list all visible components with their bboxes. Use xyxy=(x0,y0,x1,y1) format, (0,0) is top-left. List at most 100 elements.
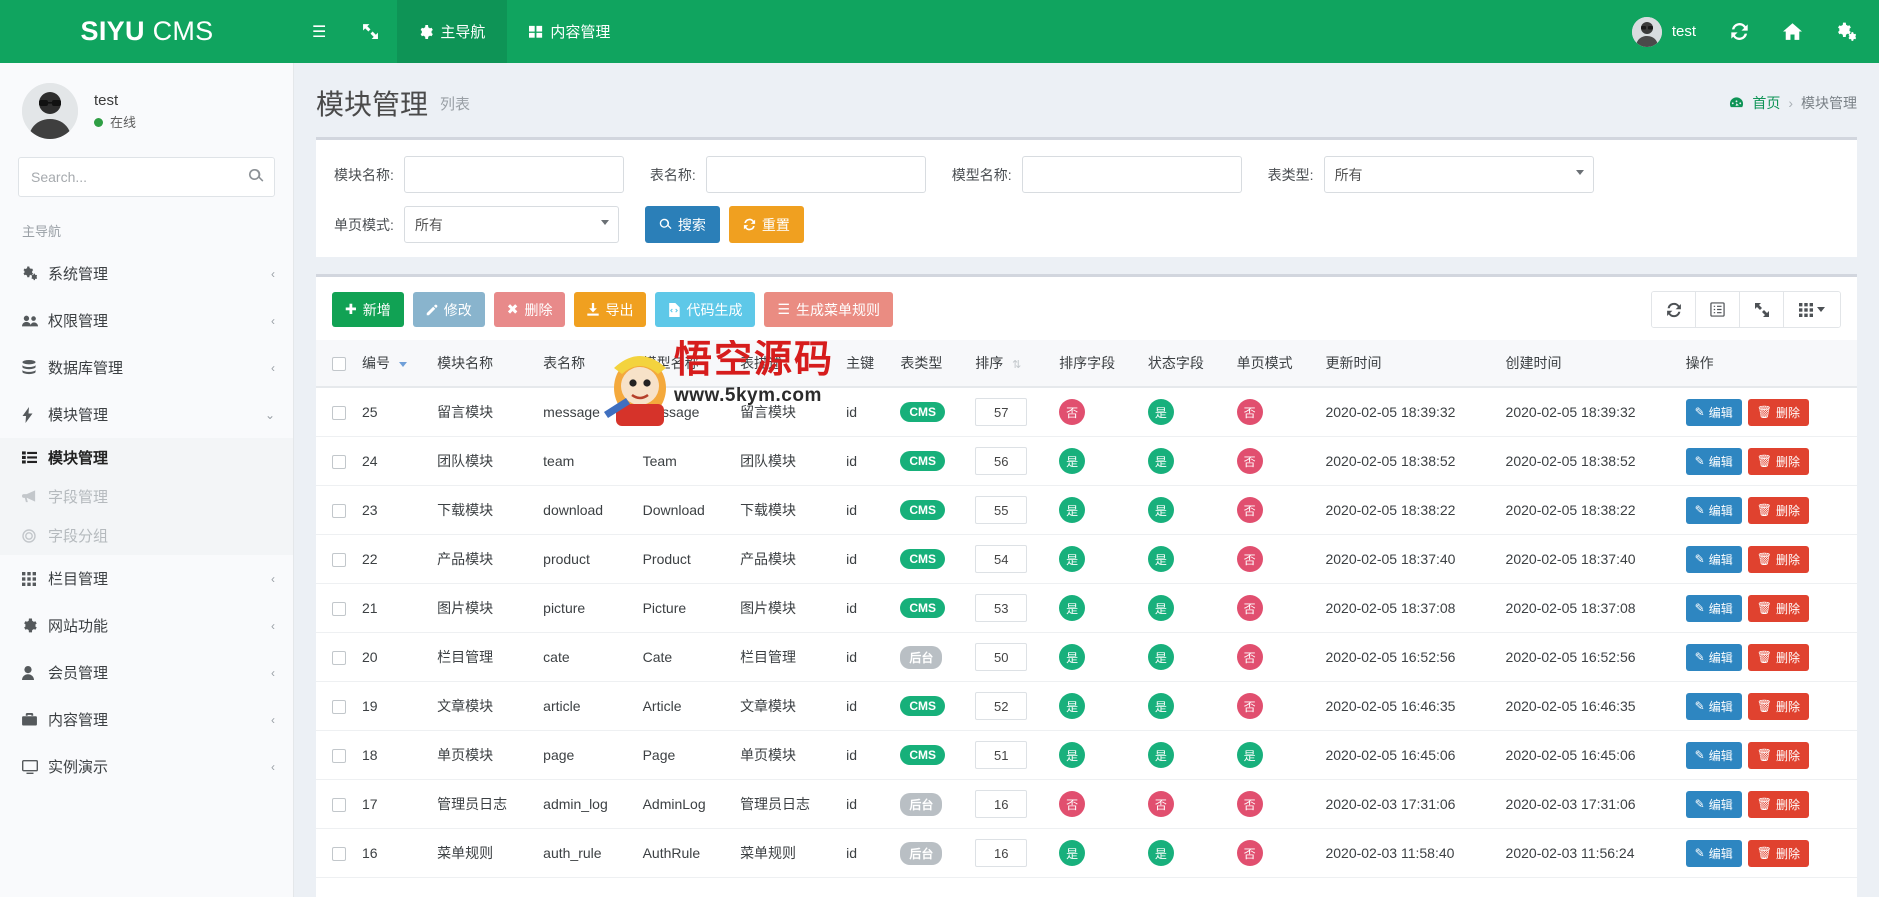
row-checkbox[interactable] xyxy=(332,406,346,421)
sort-input[interactable] xyxy=(975,545,1028,573)
table-type-select[interactable]: 所有 xyxy=(1323,156,1594,193)
row-checkbox[interactable] xyxy=(332,553,346,568)
row-edit-button[interactable]: ✎ 编辑 xyxy=(1685,741,1742,769)
single-page-toggle[interactable]: 否 xyxy=(1236,791,1263,817)
status-field-toggle[interactable]: 是 xyxy=(1147,448,1174,474)
sidebar-item-demo[interactable]: 实例演示 ‹ xyxy=(0,743,293,790)
export-button[interactable]: 导出 xyxy=(574,292,647,327)
row-checkbox[interactable] xyxy=(332,700,346,715)
user-menu-button[interactable]: test xyxy=(1615,0,1713,63)
single-page-toggle[interactable]: 否 xyxy=(1236,595,1263,621)
row-delete-button[interactable]: 🗑 删除 xyxy=(1747,692,1809,720)
row-edit-button[interactable]: ✎ 编辑 xyxy=(1685,447,1742,475)
brand-logo[interactable]: SIYU CMS xyxy=(0,0,294,63)
reset-button[interactable]: 重置 xyxy=(728,206,804,243)
sort-field-toggle[interactable]: 否 xyxy=(1059,399,1086,425)
table-row[interactable]: 19文章模块articleArticle文章模块idCMS是是否2020-02-… xyxy=(316,681,1857,731)
fullscreen-toggle-button[interactable] xyxy=(344,0,397,63)
row-edit-button[interactable]: ✎ 编辑 xyxy=(1685,545,1742,573)
row-delete-button[interactable]: 🗑 删除 xyxy=(1747,545,1809,573)
row-delete-button[interactable]: 🗑 删除 xyxy=(1747,496,1809,524)
status-field-toggle[interactable]: 否 xyxy=(1147,791,1174,817)
single-page-toggle[interactable]: 是 xyxy=(1236,742,1263,768)
sort-input[interactable] xyxy=(975,790,1028,818)
table-scroll-area[interactable]: 编号 模块名称 表名称 模型名称 表描述 主键 表类型 排序 ⇅ 排序字段 状态… xyxy=(316,340,1857,897)
col-header-id[interactable]: 编号 xyxy=(354,340,430,388)
row-delete-button[interactable]: 🗑 删除 xyxy=(1747,643,1809,671)
single-page-toggle[interactable]: 否 xyxy=(1236,399,1263,425)
row-checkbox[interactable] xyxy=(332,455,346,470)
row-edit-button[interactable]: ✎ 编辑 xyxy=(1685,643,1742,671)
topnav-item-main[interactable]: 主导航 xyxy=(397,0,508,63)
row-delete-button[interactable]: 🗑 删除 xyxy=(1747,447,1809,475)
status-field-toggle[interactable]: 是 xyxy=(1147,595,1174,621)
sort-field-toggle[interactable]: 是 xyxy=(1059,448,1086,474)
single-page-toggle[interactable]: 否 xyxy=(1236,448,1263,474)
table-row[interactable]: 24团队模块teamTeam团队模块idCMS是是否2020-02-05 18:… xyxy=(316,436,1857,486)
breadcrumb-home[interactable]: 首页 xyxy=(1752,93,1780,113)
row-checkbox[interactable] xyxy=(332,749,346,764)
row-delete-button[interactable]: 🗑 删除 xyxy=(1747,790,1809,818)
sidebar-item-category[interactable]: 栏目管理 ‹ xyxy=(0,555,293,602)
row-edit-button[interactable]: ✎ 编辑 xyxy=(1685,496,1742,524)
header-settings-button[interactable] xyxy=(1819,0,1873,63)
row-checkbox[interactable] xyxy=(332,847,346,862)
col-header-created[interactable]: 创建时间 xyxy=(1497,340,1678,388)
col-header-sort-field[interactable]: 排序字段 xyxy=(1051,340,1140,388)
sidebar-item-site-function[interactable]: 网站功能 ‹ xyxy=(0,602,293,649)
table-row[interactable]: 25留言模块messageMessage留言模块idCMS否是否2020-02-… xyxy=(316,387,1857,437)
col-header-desc[interactable]: 表描述 xyxy=(732,340,839,388)
sidebar-item-module[interactable]: 模块管理 ⌄ xyxy=(0,391,293,438)
col-header-pk[interactable]: 主键 xyxy=(838,340,893,388)
single-page-toggle[interactable]: 否 xyxy=(1236,693,1263,719)
table-row[interactable]: 21图片模块picturePicture图片模块idCMS是是否2020-02-… xyxy=(316,583,1857,633)
sort-field-toggle[interactable]: 是 xyxy=(1059,840,1086,866)
sort-field-toggle[interactable]: 是 xyxy=(1059,693,1086,719)
row-edit-button[interactable]: ✎ 编辑 xyxy=(1685,692,1742,720)
delete-button[interactable]: ✖ 删除 xyxy=(493,292,566,327)
table-name-input[interactable] xyxy=(705,156,926,193)
model-name-input[interactable] xyxy=(1021,156,1242,193)
topnav-item-content[interactable]: 内容管理 xyxy=(507,0,632,63)
table-row[interactable]: 23下载模块downloadDownload下载模块idCMS是是否2020-0… xyxy=(316,485,1857,535)
sort-field-toggle[interactable]: 是 xyxy=(1059,644,1086,670)
row-edit-button[interactable]: ✎ 编辑 xyxy=(1685,839,1742,867)
row-edit-button[interactable]: ✎ 编辑 xyxy=(1685,398,1742,426)
sidebar-item-database[interactable]: 数据库管理 ‹ xyxy=(0,344,293,391)
single-page-mode-select[interactable]: 所有 xyxy=(403,206,619,243)
sidebar-item-permission[interactable]: 权限管理 ‹ xyxy=(0,297,293,344)
row-delete-button[interactable]: 🗑 删除 xyxy=(1747,594,1809,622)
status-field-toggle[interactable]: 是 xyxy=(1147,644,1174,670)
sort-field-toggle[interactable]: 是 xyxy=(1059,595,1086,621)
search-button[interactable]: 搜索 xyxy=(644,206,720,243)
row-edit-button[interactable]: ✎ 编辑 xyxy=(1685,594,1742,622)
row-delete-button[interactable]: 🗑 删除 xyxy=(1747,839,1809,867)
col-header-sort[interactable]: 排序 ⇅ xyxy=(967,340,1052,388)
search-icon[interactable] xyxy=(248,168,264,187)
sidebar-subitem-module-manage[interactable]: 模块管理 xyxy=(0,438,293,477)
sidebar-toggle-button[interactable]: ☰ xyxy=(294,0,344,63)
col-header-single-page[interactable]: 单页模式 xyxy=(1228,340,1318,388)
code-generate-button[interactable]: 代码生成 xyxy=(655,292,756,327)
table-list-view-icon[interactable] xyxy=(1696,292,1740,327)
sort-input[interactable] xyxy=(975,741,1028,769)
table-columns-icon[interactable] xyxy=(1784,292,1840,327)
single-page-toggle[interactable]: 否 xyxy=(1236,840,1263,866)
row-edit-button[interactable]: ✎ 编辑 xyxy=(1685,790,1742,818)
sort-field-toggle[interactable]: 是 xyxy=(1059,546,1086,572)
header-home-button[interactable] xyxy=(1766,0,1819,63)
sort-input[interactable] xyxy=(975,496,1028,524)
module-name-input[interactable] xyxy=(403,156,624,193)
single-page-toggle[interactable]: 否 xyxy=(1236,497,1263,523)
sidebar-user-panel[interactable]: test 在线 xyxy=(0,63,293,153)
sort-field-toggle[interactable]: 是 xyxy=(1059,497,1086,523)
table-row[interactable]: 16菜单规则auth_ruleAuthRule菜单规则id后台是是否2020-0… xyxy=(316,828,1857,878)
sidebar-subitem-field-group[interactable]: 字段分组 xyxy=(0,516,293,555)
sidebar-subitem-field-manage[interactable]: 字段管理 xyxy=(0,477,293,516)
col-header-status-field[interactable]: 状态字段 xyxy=(1139,340,1229,388)
sort-input[interactable] xyxy=(975,643,1028,671)
sidebar-item-member[interactable]: 会员管理 ‹ xyxy=(0,649,293,696)
row-checkbox[interactable] xyxy=(332,651,346,666)
select-all-checkbox[interactable] xyxy=(332,357,346,372)
single-page-toggle[interactable]: 否 xyxy=(1236,644,1263,670)
